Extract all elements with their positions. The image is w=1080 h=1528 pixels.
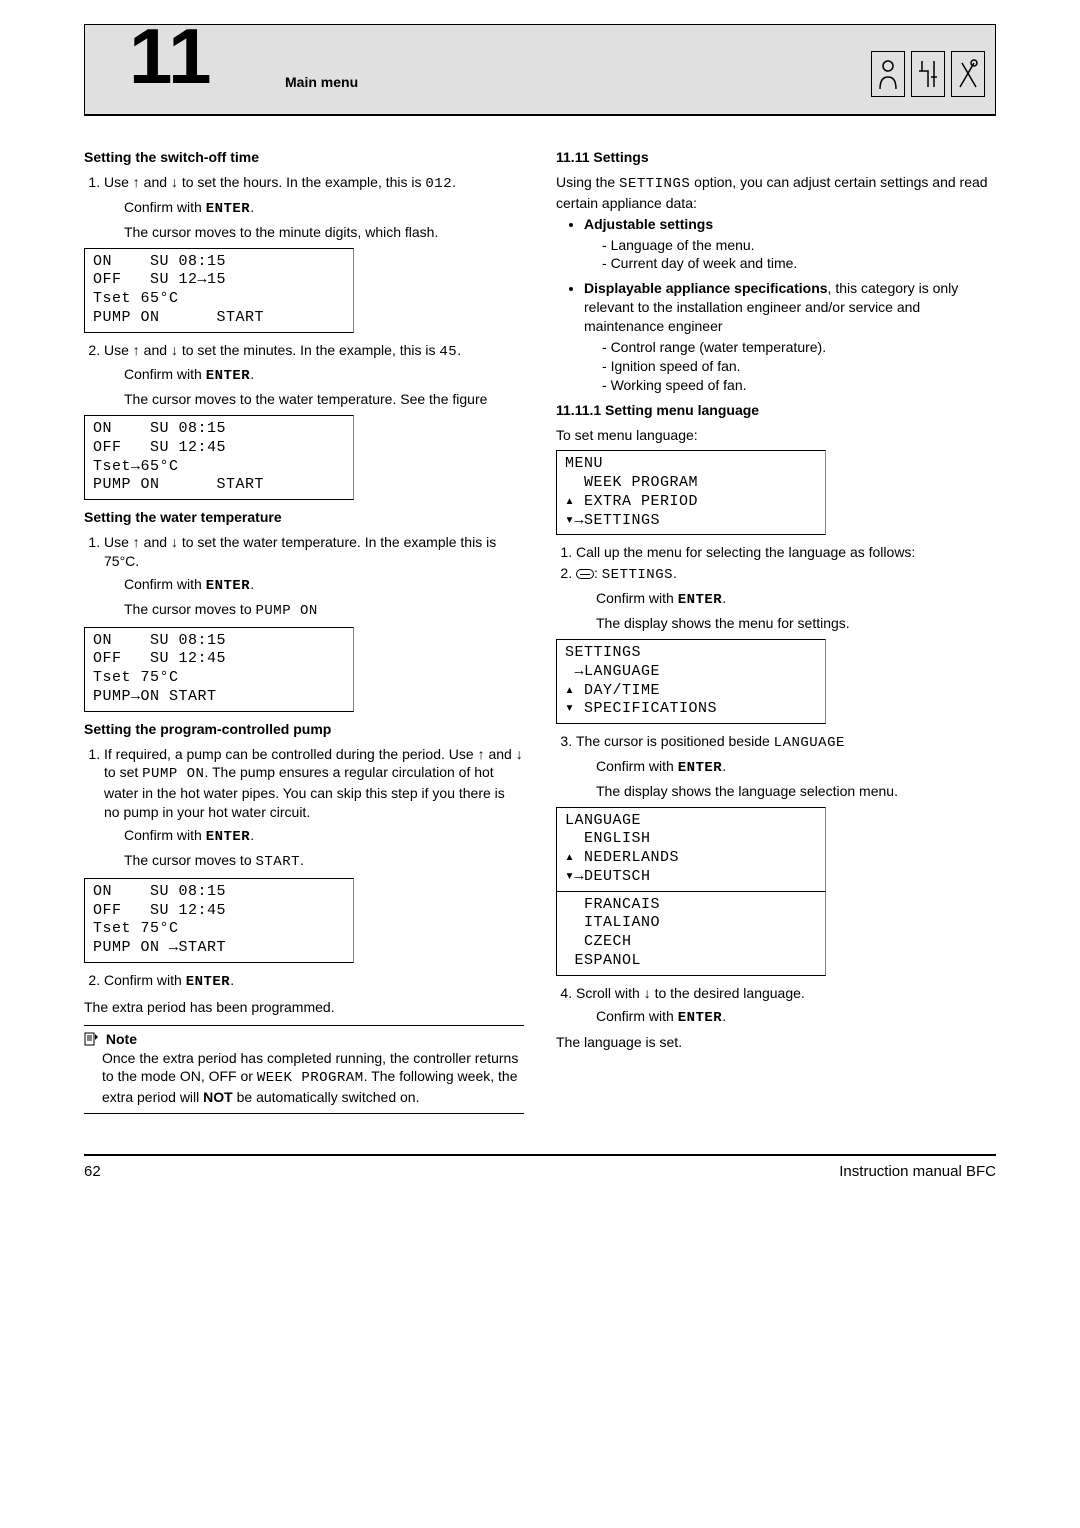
header-icon-group: [871, 51, 985, 97]
arrow-down-icon: ↓: [171, 174, 178, 190]
switchoff-step-2: Use ↑ and ↓ to set the minutes. In the e…: [104, 341, 524, 410]
adj-item: Language of the menu.: [620, 236, 996, 255]
heading-switch-off: Setting the switch-off time: [84, 148, 524, 167]
lang-step-3: The cursor is positioned beside LANGUAGE…: [576, 732, 996, 801]
arrow-up-icon: ↑: [133, 534, 140, 550]
chapter-number: 11: [129, 17, 211, 95]
adjustable-settings: Adjustable settings Language of the menu…: [584, 215, 996, 274]
lcd-language-extra: FRANCAIS ITALIANO CZECH ESPANOL: [556, 892, 826, 976]
chapter-title: Main menu: [285, 73, 358, 92]
chapter-header: 11 Main menu: [84, 24, 996, 116]
pipe-icon: [911, 51, 945, 97]
heading-settings: 11.11 Settings: [556, 148, 996, 167]
left-column: Setting the switch-off time Use ↑ and ↓ …: [84, 144, 524, 1114]
settings-intro: Using the SETTINGS option, you can adjus…: [556, 173, 996, 213]
pump-step-1: If required, a pump can be controlled du…: [104, 745, 524, 872]
scroll-icon: [576, 569, 594, 579]
arrow-down-icon: ↓: [644, 985, 651, 1001]
heading-water-temp: Setting the water temperature: [84, 508, 524, 527]
switchoff-step-1: Use ↑ and ↓ to set the hours. In the exa…: [104, 173, 524, 242]
right-column: 11.11 Settings Using the SETTINGS option…: [556, 144, 996, 1114]
adj-item: Current day of week and time.: [620, 254, 996, 273]
lang-step-1: Call up the menu for selecting the langu…: [576, 543, 996, 562]
displayable-specs: Displayable appliance specifications, th…: [584, 279, 996, 394]
disp-item: Control range (water temperature).: [620, 338, 996, 357]
lang-step-4: Scroll with ↓ to the desired language. C…: [576, 984, 996, 1028]
lcd-language-menu: LANGUAGE ENGLISH ▴ NEDERLANDS ▾→DEUTSCH: [556, 807, 826, 892]
lcd-menu: MENU WEEK PROGRAM ▴ EXTRA PERIOD ▾→SETTI…: [556, 450, 826, 535]
language-set: The language is set.: [556, 1033, 996, 1052]
note-block: Note Once the extra period has completed…: [84, 1025, 524, 1115]
arrow-down-icon: ↓: [171, 342, 178, 358]
lcd-display-2: ON SU 08:15 OFF SU 12:45 Tset→65°C PUMP …: [84, 415, 354, 500]
arrow-up-icon: ↑: [478, 746, 485, 762]
arrow-up-icon: ↑: [133, 174, 140, 190]
lcd-display-1: ON SU 08:15 OFF SU 12→15 Tset 65°C PUMP …: [84, 248, 354, 333]
lang-intro: To set menu language:: [556, 426, 996, 445]
lcd-display-4: ON SU 08:15 OFF SU 12:45 Tset 75°C PUMP …: [84, 878, 354, 963]
extra-period-done: The extra period has been programmed.: [84, 998, 524, 1017]
note-icon: [84, 1032, 98, 1046]
page-number: 62: [84, 1162, 101, 1182]
lang-step-2: : SETTINGS. Confirm with ENTER. The disp…: [576, 564, 996, 633]
note-label: Note: [106, 1031, 137, 1047]
user-icon: [871, 51, 905, 97]
tools-icon: [951, 51, 985, 97]
arrow-down-icon: ↓: [171, 534, 178, 550]
disp-item: Working speed of fan.: [620, 376, 996, 395]
lcd-settings-menu: SETTINGS →LANGUAGE ▴ DAY/TIME ▾ SPECIFIC…: [556, 639, 826, 724]
heading-pump: Setting the program-controlled pump: [84, 720, 524, 739]
note-body: Once the extra period has completed runn…: [102, 1049, 524, 1108]
lcd-display-3: ON SU 08:15 OFF SU 12:45 Tset 75°C PUMP→…: [84, 627, 354, 712]
manual-title: Instruction manual BFC: [839, 1162, 996, 1182]
watertemp-step-1: Use ↑ and ↓ to set the water temperature…: [104, 533, 524, 621]
page-footer: 62 Instruction manual BFC: [84, 1154, 996, 1182]
heading-menu-language: 11.11.1 Setting menu language: [556, 401, 996, 420]
disp-item: Ignition speed of fan.: [620, 357, 996, 376]
arrow-up-icon: ↑: [133, 342, 140, 358]
arrow-down-icon: ↓: [516, 746, 523, 762]
pump-step-2: Confirm with ENTER.: [104, 971, 524, 992]
